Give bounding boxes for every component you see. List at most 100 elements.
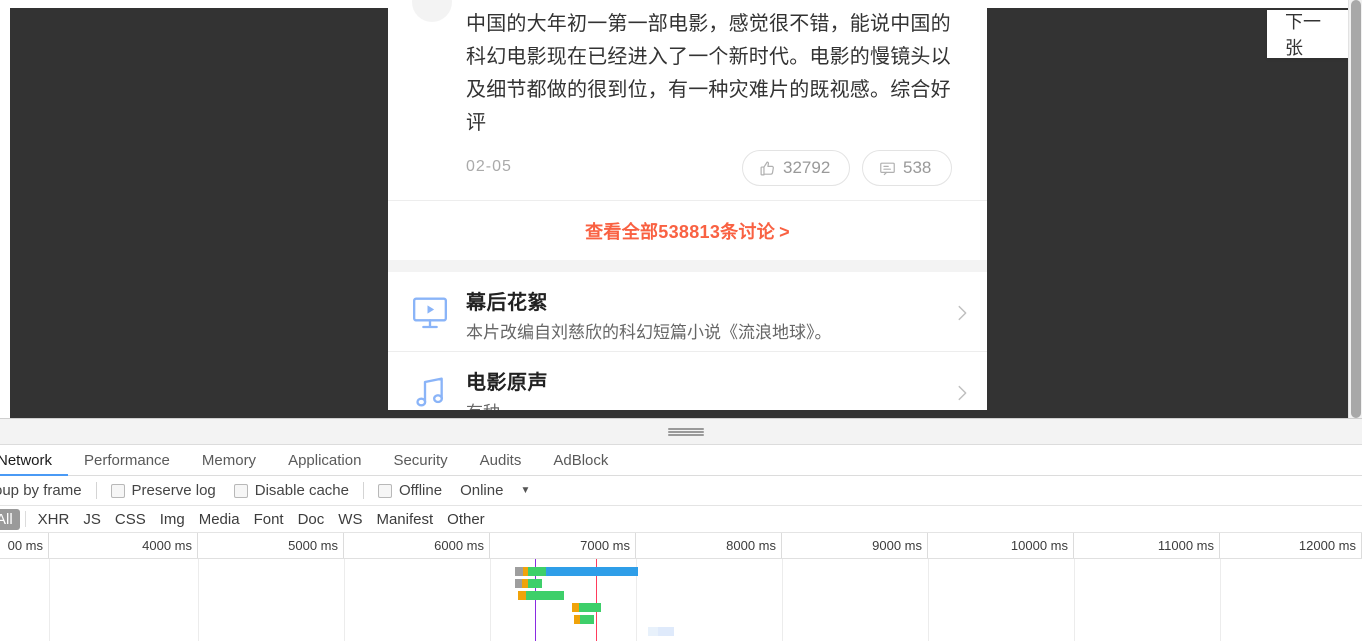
tab-label: Memory	[201, 451, 257, 469]
waterfall-segment	[648, 627, 658, 636]
ruler-tick: 5000 ms	[198, 533, 344, 558]
type-filter-xhr[interactable]: XHR	[31, 509, 77, 530]
waterfall-segment	[546, 567, 638, 576]
offline-checkbox[interactable]	[377, 483, 392, 498]
devtools-resize-bar[interactable]	[0, 419, 1362, 445]
waterfall-segment	[579, 603, 601, 612]
ruler-tick: 7000 ms	[490, 533, 636, 558]
offline-control[interactable]: Offline	[369, 482, 451, 499]
avatar	[412, 0, 452, 22]
group-by-frame-control[interactable]: roup by frame	[0, 482, 91, 499]
view-all-discussions-row[interactable]: 查看全部538813条讨论 >	[388, 200, 987, 260]
type-filter-media[interactable]: Media	[192, 509, 247, 530]
waterfall-segment	[528, 567, 546, 576]
resource-type-filters: All XHR JS CSS Img Media Font Doc WS Manifest Othe…	[0, 506, 1362, 533]
preserve-log-control[interactable]: Preserve log	[102, 482, 225, 499]
view-all-discussions-label: 查看全部538813条讨论	[585, 221, 776, 242]
like-count: 32792	[783, 158, 831, 177]
ruler-tick: 00 ms	[0, 533, 49, 558]
tab-label: Audits	[479, 451, 522, 469]
waterfall-request-row[interactable]	[0, 615, 1362, 624]
network-waterfall[interactable]	[0, 559, 1362, 641]
view-all-discussions-link[interactable]: 查看全部538813条讨论 >	[585, 218, 790, 244]
ruler-tick: 11000 ms	[1074, 533, 1220, 558]
waterfall-request-row[interactable]	[0, 591, 1362, 600]
network-controls-row: roup by frame Preserve log Disable cache…	[0, 476, 1362, 506]
ruler-tick: 8000 ms	[636, 533, 782, 558]
type-filter-doc[interactable]: Doc	[291, 509, 332, 530]
browser-viewport: 中国的大年初一第一部电影，感觉很不错，能说中国的科幻电影现在已经进入了一个新时代…	[0, 0, 1362, 418]
tab-performance[interactable]: Performance	[68, 445, 186, 476]
tab-application[interactable]: Application	[272, 445, 377, 476]
tab-label: Network	[0, 451, 53, 469]
type-filter-img[interactable]: Img	[153, 509, 192, 530]
divider	[95, 482, 97, 499]
comment-button[interactable]: 538	[862, 150, 952, 186]
list-item[interactable]: 幕后花絮 本片改编自刘慈欣的科幻短篇小说《流浪地球》。	[388, 272, 987, 352]
drag-handle-icon[interactable]	[668, 428, 704, 436]
ruler-tick: 10000 ms	[928, 533, 1074, 558]
page-scrollbar[interactable]	[1348, 0, 1362, 418]
ruler-tick-label: 5000 ms	[288, 538, 338, 553]
video-monitor-icon	[410, 292, 450, 332]
ruler-tick: 6000 ms	[344, 533, 490, 558]
waterfall-segment	[526, 591, 564, 600]
type-filter-all[interactable]: All	[0, 508, 20, 530]
tab-memory[interactable]: Memory	[186, 445, 272, 476]
ruler-tick-label: 11000 ms	[1157, 538, 1214, 553]
scrollbar-thumb[interactable]	[1351, 0, 1361, 418]
waterfall-request-row[interactable]	[0, 567, 1362, 576]
like-button[interactable]: 32792	[742, 150, 850, 186]
tab-adblock[interactable]: AdBlock	[537, 445, 624, 476]
comment-text: 中国的大年初一第一部电影，感觉很不错，能说中国的科幻电影现在已经进入了一个新时代…	[466, 13, 951, 134]
type-filter-other[interactable]: Other	[440, 509, 492, 530]
offline-label: Offline	[398, 482, 443, 499]
chevron-down-icon[interactable]: ▼	[512, 485, 538, 496]
type-filter-css[interactable]: CSS	[108, 509, 153, 530]
section-divider	[388, 260, 987, 272]
throttling-select[interactable]: Online	[451, 482, 512, 499]
disable-cache-control[interactable]: Disable cache	[225, 482, 358, 499]
comment-meta-row: 02-05 32792 538	[466, 150, 968, 186]
throttling-value: Online	[460, 482, 504, 499]
type-filter-ws[interactable]: WS	[331, 509, 369, 530]
tab-label: Performance	[84, 451, 170, 469]
ruler-tick-label: 8000 ms	[726, 538, 776, 553]
disable-cache-label: Disable cache	[254, 482, 349, 499]
list-item-title: 电影原声	[466, 372, 548, 394]
waterfall-segment	[528, 579, 542, 588]
tab-audits[interactable]: Audits	[464, 445, 538, 476]
group-by-frame-label: roup by frame	[0, 482, 82, 499]
comment-bubble-icon	[879, 160, 896, 177]
divider	[362, 482, 364, 499]
type-filter-font[interactable]: Font	[247, 509, 291, 530]
waterfall-segment	[515, 567, 523, 576]
type-filter-js[interactable]: JS	[76, 509, 108, 530]
chevron-right-icon	[951, 300, 973, 331]
waterfall-segment	[580, 615, 594, 624]
preserve-log-checkbox[interactable]	[110, 483, 125, 498]
list-item[interactable]: 电影原声 有种	[388, 352, 987, 410]
disable-cache-checkbox[interactable]	[233, 483, 248, 498]
waterfall-segment	[515, 579, 522, 588]
waterfall-request-row[interactable]	[0, 603, 1362, 612]
waterfall-request-row[interactable]	[0, 627, 1362, 636]
list-item-title: 幕后花絮	[466, 292, 548, 314]
waterfall-segment	[658, 627, 674, 636]
comment-body: 中国的大年初一第一部电影，感觉很不错，能说中国的科幻电影现在已经进入了一个新时代…	[466, 8, 968, 140]
type-filter-manifest[interactable]: Manifest	[369, 509, 440, 530]
tab-security[interactable]: Security	[377, 445, 463, 476]
thumbs-up-icon	[759, 160, 776, 177]
waterfall-request-row[interactable]	[0, 579, 1362, 588]
music-note-icon	[410, 372, 450, 410]
next-image-label: 下一张	[1285, 12, 1321, 58]
ruler-tick-label: 12000 ms	[1298, 538, 1356, 553]
tab-label: Security	[393, 451, 448, 469]
preserve-log-label: Preserve log	[131, 482, 216, 499]
waterfall-segment	[518, 591, 526, 600]
list-item-subtitle: 本片改编自刘慈欣的科幻短篇小说《流浪地球》。	[466, 323, 832, 342]
ruler-tick-label: 9000 ms	[872, 538, 922, 553]
tab-network[interactable]: Network	[0, 445, 69, 477]
tab-label: AdBlock	[553, 451, 609, 469]
tab-label: Application	[288, 451, 362, 469]
